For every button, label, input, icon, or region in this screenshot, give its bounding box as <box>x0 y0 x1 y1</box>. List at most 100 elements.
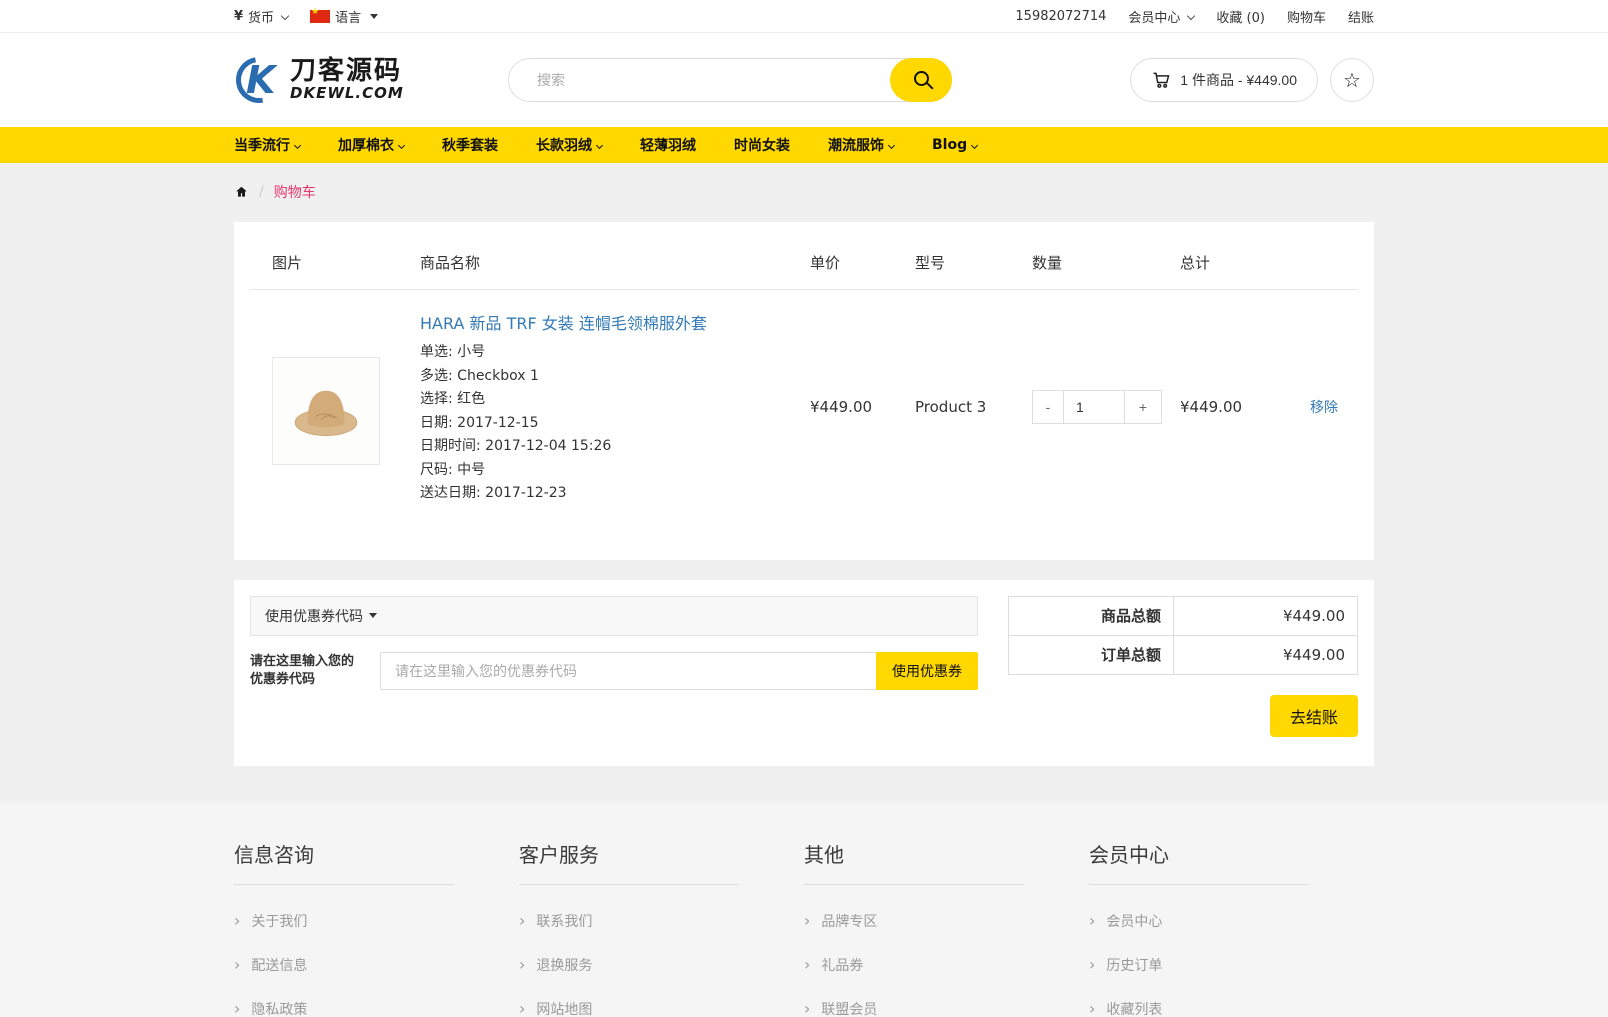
product-option: 选择: 红色 <box>420 389 810 410</box>
chevron-right-icon: › <box>234 914 240 928</box>
chevron-right-icon: › <box>519 914 525 928</box>
nav-item-thick-coats[interactable]: 加厚棉衣 <box>338 135 404 155</box>
footer-col-info: 信息咨询 ›关于我们 ›配送信息 ›隐私政策 ›使用条款 <box>234 839 519 1017</box>
product-image[interactable] <box>272 357 380 465</box>
logo-text-en: DKEWL.COM <box>290 84 404 102</box>
chevron-right-icon: › <box>234 1002 240 1016</box>
language-label: 语言 <box>335 7 361 26</box>
chevron-right-icon: › <box>1089 914 1095 928</box>
product-option: 尺码: 中号 <box>420 460 810 481</box>
breadcrumb-current[interactable]: 购物车 <box>274 182 316 202</box>
order-total-label: 订单总额 <box>1009 635 1174 674</box>
currency-selector[interactable]: ¥ 货币 <box>234 7 288 26</box>
footer-col-title: 客户服务 <box>519 839 739 885</box>
search-icon <box>914 71 929 86</box>
cart-summary-button[interactable]: 1 件商品 - ¥449.00 <box>1130 58 1318 102</box>
currency-symbol: ¥ <box>234 9 243 24</box>
footer-link-privacy[interactable]: ›隐私政策 <box>234 999 519 1017</box>
col-header-model: 型号 <box>915 238 1032 290</box>
chevron-right-icon: › <box>804 958 810 972</box>
remove-item-link[interactable]: 移除 <box>1310 400 1338 416</box>
nav-item-fashion-women[interactable]: 时尚女装 <box>734 135 790 155</box>
home-icon[interactable] <box>234 185 249 199</box>
quantity-increase-button[interactable]: + <box>1124 390 1162 424</box>
footer-col-other: 其他 ›品牌专区 ›礼品券 ›联盟会员 ›特别优惠 <box>804 839 1089 1017</box>
chevron-right-icon: › <box>1089 958 1095 972</box>
product-option: 送达日期: 2017-12-23 <box>420 483 810 504</box>
footer-link-affiliates[interactable]: ›联盟会员 <box>804 999 1089 1017</box>
breadcrumb-separator: / <box>259 184 264 200</box>
checkout-button[interactable]: 去结账 <box>1270 695 1358 737</box>
cart-row: HARA 新品 TRF 女装 连帽毛领棉服外套 单选: 小号 多选: Check… <box>250 290 1358 544</box>
caret-down-icon <box>369 613 377 618</box>
chevron-down-icon <box>398 141 405 148</box>
product-name-link[interactable]: HARA 新品 TRF 女装 连帽毛领棉服外套 <box>420 314 707 333</box>
col-header-total: 总计 <box>1180 238 1310 290</box>
caret-down-icon <box>370 14 378 19</box>
order-total-value: ¥449.00 <box>1174 635 1358 674</box>
site-logo[interactable]: K 刀客源码 DKEWL.COM <box>234 54 404 106</box>
nav-item-seasonal[interactable]: 当季流行 <box>234 135 300 155</box>
col-header-qty: 数量 <box>1032 238 1180 290</box>
order-totals: 商品总额 ¥449.00 订单总额 ¥449.00 去结账 <box>1008 596 1358 737</box>
chevron-right-icon: › <box>1089 1002 1095 1016</box>
cart-table: 图片 商品名称 单价 型号 数量 总计 <box>250 238 1358 544</box>
chevron-down-icon <box>596 141 603 148</box>
chevron-right-icon: › <box>519 1002 525 1016</box>
china-flag-icon: ★ <box>310 10 330 23</box>
wishlist-link[interactable]: 收藏 (0) <box>1216 7 1265 26</box>
footer-link-returns[interactable]: ›退换服务 <box>519 955 804 975</box>
footer-link-delivery[interactable]: ›配送信息 <box>234 955 519 975</box>
product-option: 单选: 小号 <box>420 342 810 363</box>
summary-card: 使用优惠券代码 请在这里输入您的优惠券代码 使用优惠券 商品总额 ¥449.00 <box>234 580 1374 766</box>
logo-text-cn: 刀客源码 <box>290 58 404 84</box>
coupon-toggle[interactable]: 使用优惠券代码 <box>250 596 978 636</box>
footer: 信息咨询 ›关于我们 ›配送信息 ›隐私政策 ›使用条款 客户服务 ›联系我们 … <box>0 803 1608 1017</box>
footer-col-service: 客户服务 ›联系我们 ›退换服务 ›网站地图 <box>519 839 804 1017</box>
footer-link-account[interactable]: ›会员中心 <box>1089 911 1374 931</box>
cart-icon <box>1151 70 1171 90</box>
chevron-down-icon <box>294 141 301 148</box>
header: K 刀客源码 DKEWL.COM 1 件商品 - ¥449.00 ☆ <box>0 33 1608 127</box>
nav-item-blog[interactable]: Blog <box>932 137 977 153</box>
checkout-link[interactable]: 结账 <box>1348 7 1374 26</box>
product-option: 日期时间: 2017-12-04 15:26 <box>420 436 810 457</box>
footer-link-contact[interactable]: ›联系我们 <box>519 911 804 931</box>
phone-number: 15982072714 <box>1015 9 1106 24</box>
chevron-down-icon <box>888 141 895 148</box>
cart-link[interactable]: 购物车 <box>1287 7 1326 26</box>
currency-label: 货币 <box>248 7 274 26</box>
footer-link-sitemap[interactable]: ›网站地图 <box>519 999 804 1017</box>
quantity-decrease-button[interactable]: - <box>1032 390 1064 424</box>
chevron-right-icon: › <box>804 914 810 928</box>
member-center-menu[interactable]: 会员中心 <box>1128 7 1194 26</box>
coupon-panel: 使用优惠券代码 请在这里输入您的优惠券代码 使用优惠券 <box>250 596 978 690</box>
unit-price: ¥449.00 <box>810 290 915 544</box>
wishlist-button[interactable]: ☆ <box>1330 58 1374 102</box>
footer-link-about[interactable]: ›关于我们 <box>234 911 519 931</box>
apply-coupon-button[interactable]: 使用优惠券 <box>876 652 978 690</box>
cart-summary-text: 1 件商品 - ¥449.00 <box>1180 70 1297 90</box>
col-header-name: 商品名称 <box>420 238 810 290</box>
chevron-down-icon <box>971 141 978 148</box>
nav-item-long-down[interactable]: 长款羽绒 <box>536 135 602 155</box>
product-option: 日期: 2017-12-15 <box>420 413 810 434</box>
nav-item-trendy[interactable]: 潮流服饰 <box>828 135 894 155</box>
product-model: Product 3 <box>915 290 1032 544</box>
nav-item-autumn-sets[interactable]: 秋季套装 <box>442 135 498 155</box>
chevron-right-icon: › <box>519 958 525 972</box>
search-input[interactable] <box>508 58 952 102</box>
search-button[interactable] <box>890 58 952 102</box>
footer-link-wishlist[interactable]: ›收藏列表 <box>1089 999 1374 1017</box>
chevron-down-icon <box>1187 12 1195 20</box>
coupon-code-input[interactable] <box>380 652 877 690</box>
quantity-input[interactable] <box>1063 390 1125 424</box>
footer-link-gift-vouchers[interactable]: ›礼品券 <box>804 955 1089 975</box>
footer-link-brands[interactable]: ›品牌专区 <box>804 911 1089 931</box>
footer-link-order-history[interactable]: ›历史订单 <box>1089 955 1374 975</box>
footer-col-title: 其他 <box>804 839 1024 885</box>
language-selector[interactable]: ★ 语言 <box>310 7 378 26</box>
subtotal-value: ¥449.00 <box>1174 596 1358 635</box>
nav-item-light-down[interactable]: 轻薄羽绒 <box>640 135 696 155</box>
logo-icon: K <box>234 54 286 106</box>
